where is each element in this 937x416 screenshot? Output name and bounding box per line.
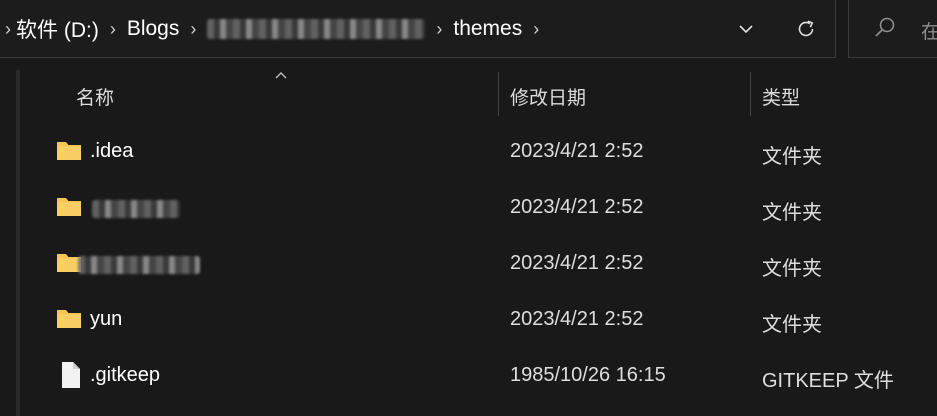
file-type: 文件夹 <box>762 202 822 224</box>
search-box[interactable]: 在 <box>848 0 937 58</box>
search-placeholder: 在 <box>921 22 937 43</box>
file-row[interactable]: .idea 2023/4/21 2:52 文件夹 <box>0 124 937 180</box>
file-name: yun <box>90 308 123 330</box>
file-type: 文件夹 <box>762 146 822 168</box>
column-divider[interactable] <box>750 72 751 116</box>
file-row[interactable]: 2023/4/21 2:52 文件夹 <box>0 180 937 236</box>
file-name-obscured <box>92 200 180 218</box>
sort-up-icon <box>275 72 287 79</box>
file-name: .gitkeep <box>90 364 161 386</box>
file-row[interactable]: yun 2023/4/21 2:52 文件夹 <box>0 292 937 348</box>
chevron-right-icon[interactable]: › <box>179 19 207 40</box>
chevron-right-icon[interactable]: › <box>99 19 127 40</box>
column-date-header[interactable]: 修改日期 <box>510 83 586 110</box>
breadcrumb: › 软件 (D:) › Blogs › › themes › <box>0 0 550 58</box>
refresh-button[interactable] <box>790 13 822 45</box>
file-row[interactable]: 2023/4/21 2:52 文件夹 <box>0 236 937 292</box>
file-date: 2023/4/21 2:52 <box>510 308 644 330</box>
column-divider[interactable] <box>498 72 499 116</box>
chevron-right-icon[interactable]: › <box>0 19 16 40</box>
breadcrumb-drive[interactable]: 软件 (D:) <box>16 14 99 44</box>
column-header: 名称 修改日期 类型 <box>0 66 937 122</box>
address-bar[interactable]: › 软件 (D:) › Blogs › › themes › <box>0 0 836 58</box>
file-row[interactable]: .gitkeep 1985/10/26 16:15 GITKEEP 文件 <box>0 348 937 404</box>
column-name-header[interactable]: 名称 <box>76 83 114 110</box>
chevron-right-icon[interactable]: › <box>522 19 550 40</box>
folder-icon <box>57 310 81 328</box>
file-name: .idea <box>90 140 134 162</box>
column-type-header[interactable]: 类型 <box>762 83 800 110</box>
folder-icon <box>57 142 81 160</box>
chevron-down-icon <box>739 25 753 34</box>
file-type: 文件夹 <box>762 258 822 280</box>
address-history-dropdown[interactable] <box>730 13 762 45</box>
breadcrumb-blogs[interactable]: Blogs <box>127 17 180 41</box>
file-icon <box>62 362 80 388</box>
folder-icon <box>57 198 81 216</box>
file-date: 2023/4/21 2:52 <box>510 196 644 218</box>
breadcrumb-obscured[interactable] <box>207 19 426 39</box>
refresh-icon <box>798 20 814 37</box>
file-date: 2023/4/21 2:52 <box>510 252 644 274</box>
file-date: 1985/10/26 16:15 <box>510 364 666 386</box>
file-type: GITKEEP 文件 <box>762 370 894 392</box>
file-date: 2023/4/21 2:52 <box>510 140 644 162</box>
chevron-right-icon[interactable]: › <box>425 19 453 40</box>
file-type: 文件夹 <box>762 314 822 336</box>
search-icon <box>875 17 895 37</box>
breadcrumb-themes[interactable]: themes <box>453 17 522 41</box>
file-name-obscured <box>78 256 200 274</box>
